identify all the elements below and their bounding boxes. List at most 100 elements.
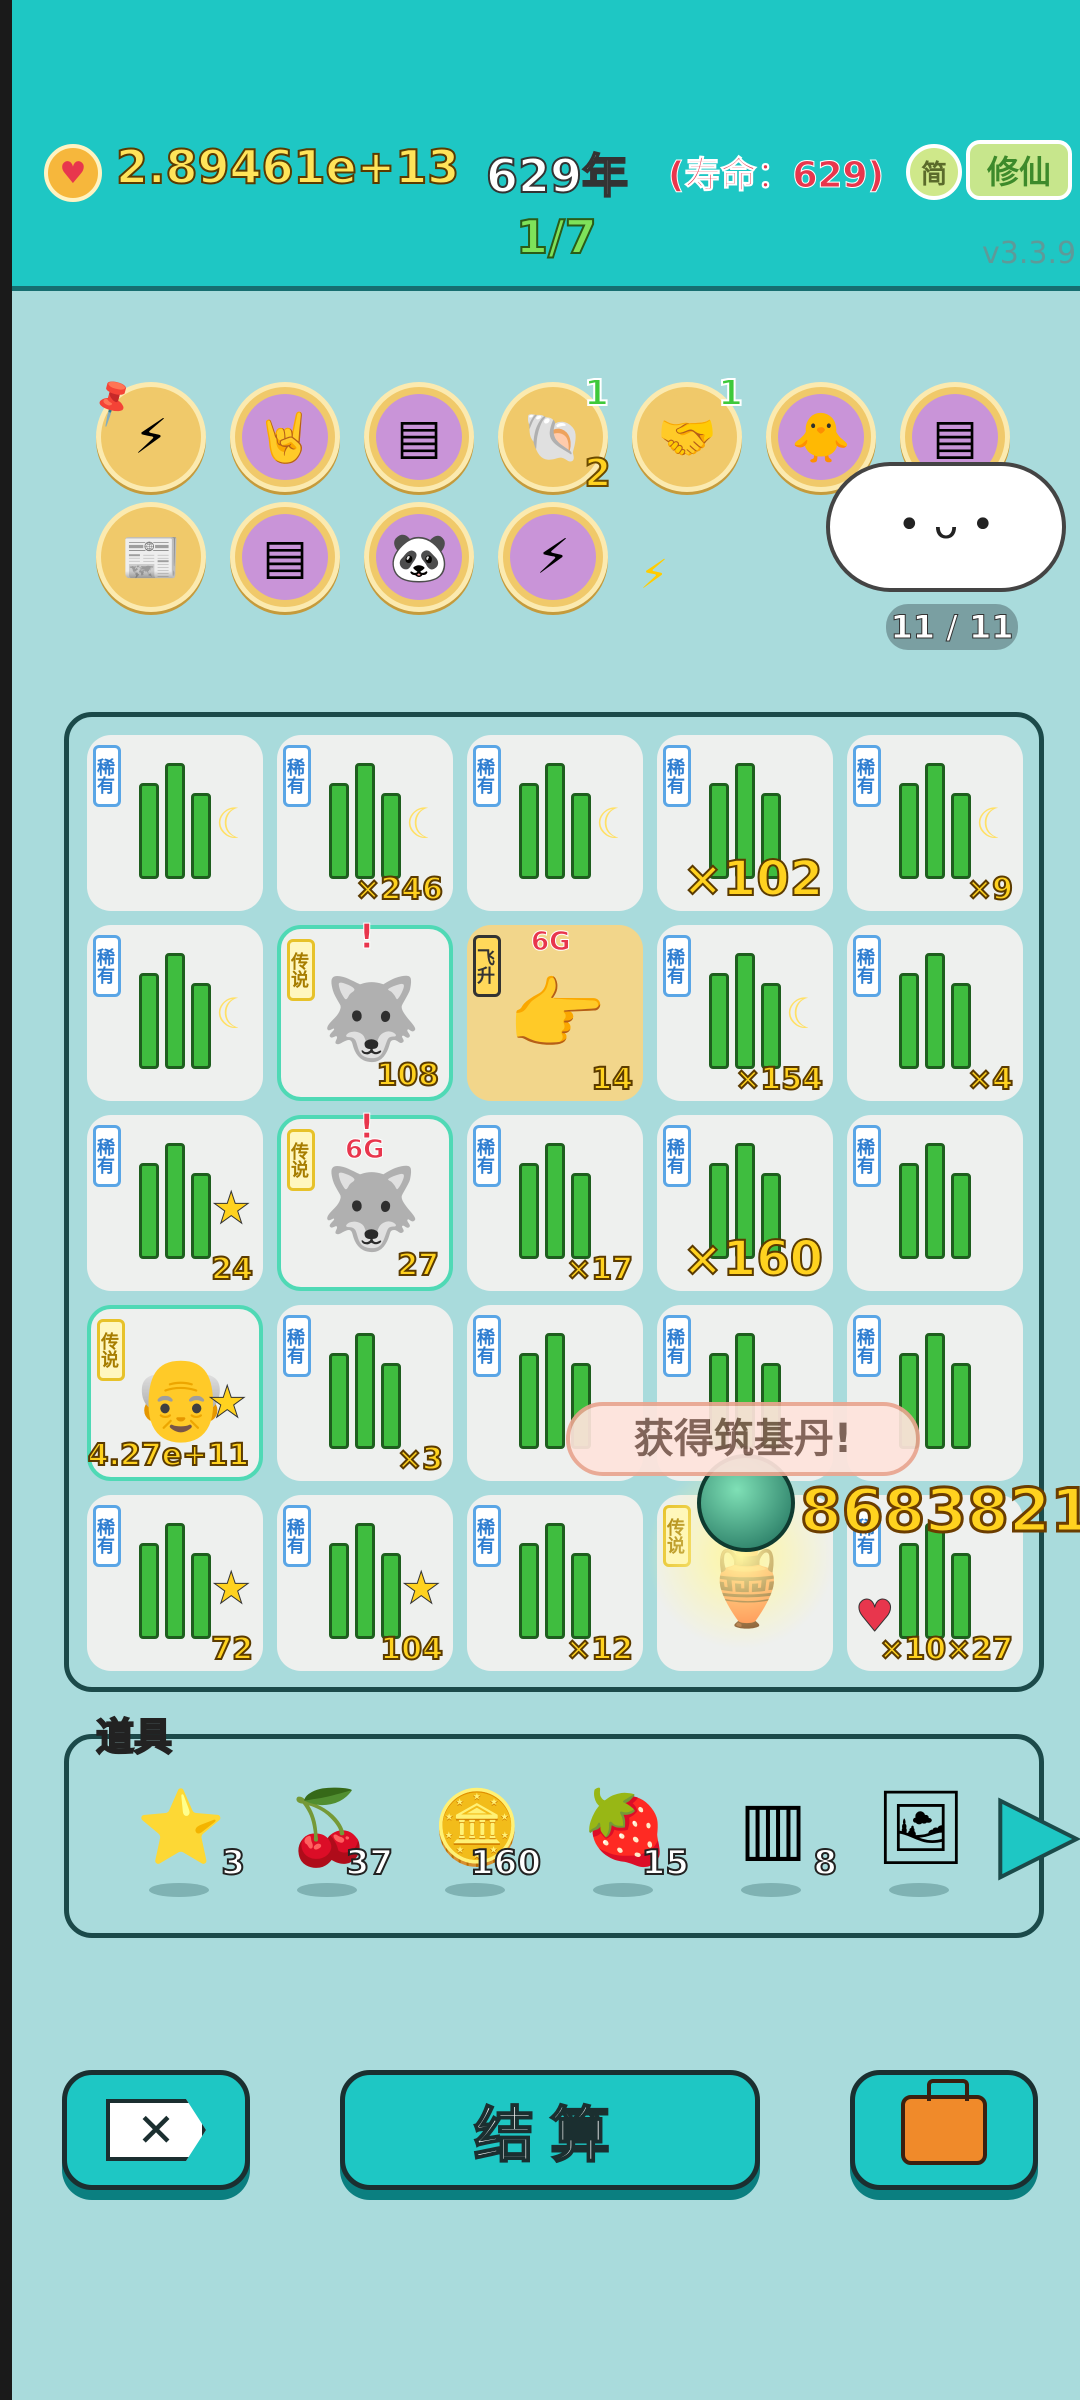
rarity-tag: 稀有 — [663, 935, 691, 997]
props-label: 道具 — [95, 1714, 173, 1760]
item-quantity: ×4 — [966, 1061, 1014, 1098]
board-cell[interactable]: 稀有 ×3 — [277, 1305, 453, 1481]
board-cell[interactable]: 稀有 ★ 72 — [87, 1495, 263, 1671]
years-value: 629年 — [485, 148, 629, 204]
board-cell[interactable]: 稀有 ☾ ×246 — [277, 735, 453, 911]
rarity-tag: 稀有 — [473, 1125, 501, 1187]
buff-slot[interactable]: 🤘 — [230, 382, 340, 492]
bamboo-icon — [131, 763, 221, 879]
next-arrow-icon[interactable]: ▶ — [998, 1774, 1079, 1888]
panda-icon: 🐼 — [376, 514, 462, 600]
star-icon: ★ — [211, 1563, 251, 1615]
prop-item[interactable]: 🪙 160 — [415, 1779, 542, 1909]
cultivate-button[interactable]: 修仙 — [966, 140, 1072, 200]
board-cell[interactable]: 稀有 ×160 — [657, 1115, 833, 1291]
prop-count: 37 — [345, 1842, 394, 1884]
item-quantity: ×3 — [396, 1441, 444, 1478]
prop-shadow — [297, 1883, 357, 1897]
bamboo-icon — [321, 763, 411, 879]
buff-slot[interactable]: ▤ — [364, 382, 474, 492]
star-icon: ⭐ — [136, 1784, 226, 1869]
bamboo-icon — [511, 763, 601, 879]
item-quantity: ×17 — [565, 1251, 634, 1288]
skirt-icon: ▤ — [376, 394, 462, 480]
star-icon: ★ — [207, 1377, 247, 1429]
rarity-tag: 稀有 — [663, 1125, 691, 1187]
board-cell[interactable]: 稀有 — [847, 1115, 1023, 1291]
board-cell[interactable]: 稀有 ★ 24 — [87, 1115, 263, 1291]
small-lightning-icon: ⚡ — [640, 552, 669, 598]
board-cell[interactable]: 稀有 ☾ — [87, 735, 263, 911]
bamboo-icon — [891, 763, 981, 879]
buff-slot[interactable]: ▤ — [230, 502, 340, 612]
close-button[interactable]: ✕ — [62, 2070, 250, 2190]
simplified-toggle-button[interactable]: 简 — [906, 144, 962, 200]
rarity-tag: 稀有 — [853, 1315, 881, 1377]
stage-progress: 1/7 — [515, 209, 598, 265]
board-cell[interactable]: 稀有 ×4 — [847, 925, 1023, 1101]
cloud-mascot[interactable]: • ᴗ • — [826, 432, 1066, 602]
rarity-tag: 稀有 — [93, 745, 121, 807]
board-cell[interactable]: 稀有 ☾ ×154 — [657, 925, 833, 1101]
buff-slot[interactable]: 🐚 1 2 — [498, 372, 612, 496]
lifespan-text: (寿命：629) — [667, 155, 885, 197]
bamboo-icon — [511, 1143, 601, 1259]
board-cell[interactable]: 稀有 ×12 — [467, 1495, 643, 1671]
prop-item[interactable]: 🖼 — [859, 1779, 979, 1909]
buff-slot[interactable]: 📰 — [96, 502, 206, 612]
bamboo-icon — [131, 1143, 221, 1259]
rarity-tag: 稀有 — [853, 745, 881, 807]
buff-slot[interactable]: ⚡ — [498, 502, 608, 612]
board-cell[interactable]: 传说 👴 ★ 4.27e+11 — [87, 1305, 263, 1481]
prop-shadow — [149, 1883, 209, 1897]
settle-button[interactable]: 结算 — [340, 2070, 760, 2190]
board-cell[interactable]: 稀有 ☾ ×9 — [847, 735, 1023, 911]
rarity-tag: 稀有 — [473, 745, 501, 807]
board-cell[interactable]: 稀有 ×17 — [467, 1115, 643, 1291]
floating-number: 86838210 — [799, 1475, 1080, 1548]
prop-shadow — [889, 1883, 949, 1897]
bamboo-icon — [321, 1523, 411, 1639]
rarity-tag: 稀有 — [663, 745, 691, 807]
prop-item[interactable]: 🍓 15 — [563, 1779, 690, 1909]
rock-hand-icon: 🤘 — [242, 394, 328, 480]
item-quantity: 14 — [590, 1061, 634, 1098]
buff-slot[interactable]: 🐼 — [364, 502, 474, 612]
prop-item[interactable]: ▥ 8 — [711, 1779, 838, 1909]
board-cell[interactable]: 稀有 ×102 — [657, 735, 833, 911]
item-quantity: 108 — [375, 1057, 440, 1094]
buff-count: 1 — [717, 372, 744, 415]
briefcase-icon — [901, 2079, 987, 2165]
buff-count: 1 — [583, 372, 610, 415]
rarity-tag: 稀有 — [283, 745, 311, 807]
backpack-button[interactable] — [850, 2070, 1038, 2190]
item-quantity: ×12 — [565, 1631, 634, 1668]
bamboo-icon — [891, 953, 981, 1069]
left-edge — [0, 0, 12, 2400]
board-cell[interactable]: 稀有 ☾ — [87, 925, 263, 1101]
item-quantity: 24 — [210, 1251, 254, 1288]
item-quantity: 4.27e+11 — [87, 1437, 250, 1474]
close-icon: ✕ — [106, 2099, 206, 2161]
board-cell[interactable]: 传说 🐺! 6G 27 — [277, 1107, 453, 1291]
prop-item[interactable]: ⭐ 3 — [119, 1779, 246, 1909]
alert-icon: ! — [359, 917, 375, 958]
item-quantity: ×10×27 — [878, 1631, 1014, 1668]
item-quantity: 27 — [396, 1247, 440, 1284]
item-quantity: ×9 — [966, 871, 1014, 908]
prop-item[interactable]: 🍒 37 — [267, 1779, 394, 1909]
bamboo-icon — [511, 1523, 601, 1639]
rarity-tag: 稀有 — [93, 1125, 121, 1187]
board-cell[interactable]: 稀有 ☾ — [467, 735, 643, 911]
board-cell[interactable]: 传说 🐺! 108 — [277, 917, 453, 1101]
buff-slot[interactable]: 🤝 1 — [632, 372, 744, 492]
prop-shadow — [445, 1883, 505, 1897]
prop-count: 3 — [220, 1842, 246, 1884]
prop-shadow — [741, 1883, 801, 1897]
board-cell[interactable]: 飞升 👉 6G 14 — [467, 925, 643, 1101]
board-cell[interactable]: 稀有 ★ 104 — [277, 1495, 453, 1671]
item-quantity: ×160 — [682, 1230, 824, 1288]
item-quantity: ×102 — [682, 850, 824, 908]
portrait-frame-icon: 🖼 — [875, 1784, 967, 1869]
rarity-tag: 稀有 — [853, 935, 881, 997]
